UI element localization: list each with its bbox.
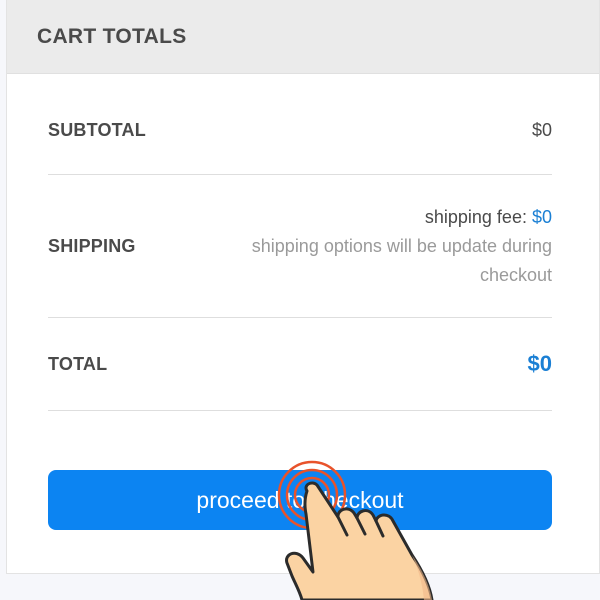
- total-row: TOTAL $0: [48, 346, 552, 382]
- total-value: $0: [527, 351, 552, 376]
- shipping-fee-value: $0: [531, 206, 552, 227]
- shipping-details: shipping fee: $0 shipping options will b…: [212, 203, 552, 290]
- shipping-note: shipping options will be update during c…: [251, 235, 552, 285]
- subtotal-value: $0: [531, 119, 552, 140]
- divider: [48, 317, 552, 318]
- cart-totals-header: CART TOTALS: [7, 0, 599, 74]
- shipping-row: SHIPPING shipping fee: $0 shipping optio…: [48, 200, 552, 292]
- total-label: TOTAL: [48, 353, 108, 374]
- subtotal-row: SUBTOTAL $0: [48, 112, 552, 148]
- divider: [48, 174, 552, 175]
- subtotal-label: SUBTOTAL: [48, 119, 146, 140]
- cart-totals-title: CART TOTALS: [37, 24, 187, 48]
- shipping-fee-line: shipping fee: $0: [212, 203, 552, 232]
- divider: [48, 410, 552, 411]
- proceed-to-checkout-button[interactable]: proceed to checkout: [48, 470, 552, 530]
- shipping-label: SHIPPING: [48, 235, 136, 256]
- shipping-fee-label: shipping fee:: [424, 206, 527, 227]
